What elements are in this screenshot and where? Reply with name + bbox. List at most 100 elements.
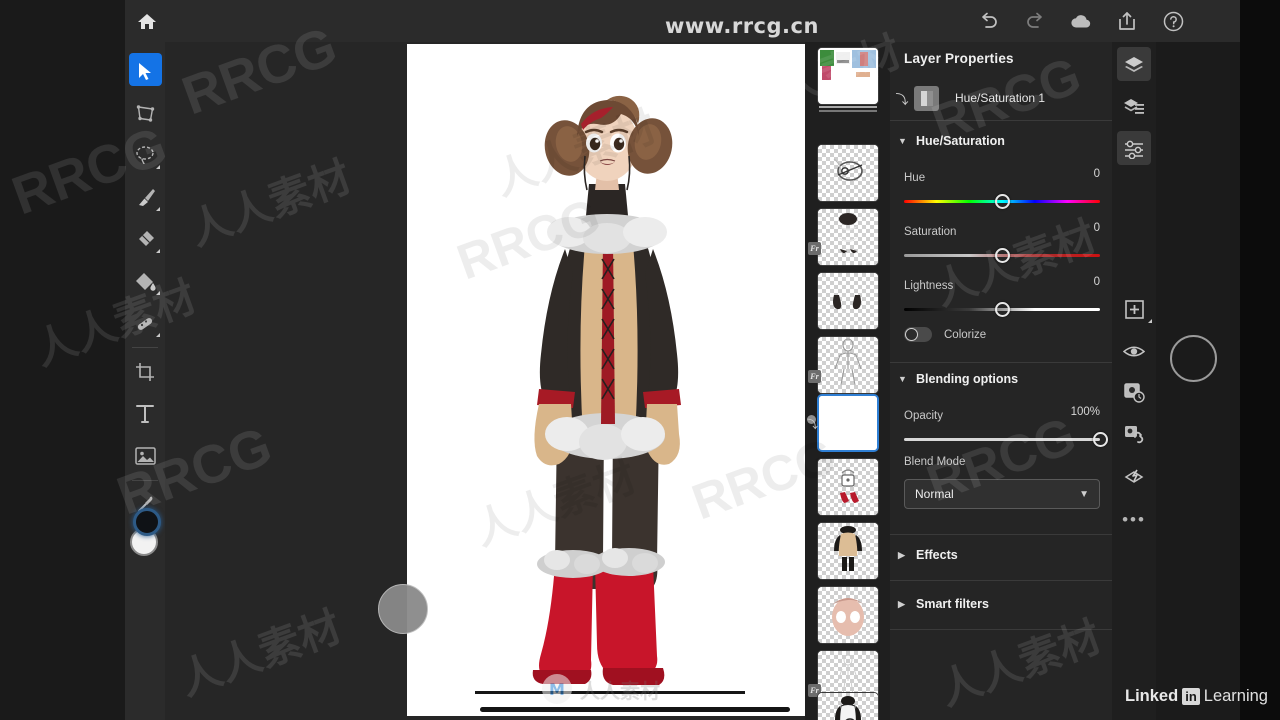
panel-divider-5 bbox=[890, 629, 1112, 630]
foreground-color-swatch[interactable] bbox=[133, 508, 161, 536]
layers-panel-icon[interactable] bbox=[1112, 44, 1156, 86]
visibility-eye-icon[interactable] bbox=[1112, 330, 1156, 372]
layer-group-separator-2 bbox=[819, 110, 877, 112]
opacity-slider-block[interactable]: Opacity 100% bbox=[904, 406, 1108, 447]
layer-properties-panel: Layer Properties ⤵ Hue/Saturation 1 ▼ Hu… bbox=[890, 42, 1112, 720]
linkedin-text: Linked bbox=[1125, 687, 1179, 705]
learning-text: Learning bbox=[1203, 687, 1268, 705]
layer-stack-icon[interactable] bbox=[1112, 86, 1156, 128]
hue-slider-track[interactable] bbox=[904, 194, 1100, 209]
place-image-tool[interactable] bbox=[125, 435, 165, 477]
section-blending-options-label: Blending options bbox=[916, 372, 1019, 386]
undo-icon[interactable] bbox=[978, 10, 1000, 32]
photoshop-app-window: www.rrcg.cn M 人人素材 Fr Fr ⤵ Fr Layer Prop… bbox=[0, 0, 1280, 720]
canvas-area[interactable]: M 人人素材 bbox=[165, 42, 807, 720]
layer-thumbnail-hue-saturation[interactable] bbox=[817, 394, 879, 452]
colorize-row[interactable]: Colorize bbox=[904, 327, 986, 342]
colorize-toggle[interactable] bbox=[904, 327, 932, 342]
saturation-slider-knob[interactable] bbox=[994, 248, 1010, 263]
opacity-slider-knob[interactable] bbox=[1092, 432, 1108, 447]
more-options-icon[interactable]: ••• bbox=[1112, 498, 1156, 540]
merge-down-icon[interactable] bbox=[1112, 456, 1156, 498]
linkedin-in-badge: in bbox=[1182, 688, 1200, 705]
opacity-slider-track[interactable] bbox=[904, 432, 1108, 447]
tool-divider-2 bbox=[132, 480, 158, 481]
brush-size-preview bbox=[378, 584, 428, 634]
color-swatches[interactable] bbox=[125, 502, 165, 572]
saturation-slider-block[interactable]: Saturation 0 bbox=[904, 222, 1100, 263]
crop-tool[interactable] bbox=[125, 351, 165, 393]
fill-tool[interactable] bbox=[125, 260, 165, 302]
hue-slider-knob[interactable] bbox=[994, 194, 1010, 209]
saturation-slider-track[interactable] bbox=[904, 248, 1100, 263]
hue-slider-block[interactable]: Hue 0 bbox=[904, 168, 1100, 209]
panel-divider-1 bbox=[890, 120, 1112, 121]
redo-icon[interactable] bbox=[1024, 10, 1046, 32]
hue-slider-label: Hue bbox=[904, 172, 926, 184]
transform-tool[interactable] bbox=[125, 92, 165, 134]
layer-thumbnail-lineart[interactable] bbox=[817, 692, 879, 720]
mask-icon[interactable] bbox=[1112, 372, 1156, 414]
layer-thumbnail-sketch-face[interactable] bbox=[817, 144, 879, 202]
watermark-logo-mark: M bbox=[542, 674, 572, 704]
layer-name-label: Hue/Saturation 1 bbox=[955, 91, 1046, 105]
layer-thumbnail-composite[interactable] bbox=[817, 47, 879, 105]
layer-thumbnail-body-sketch[interactable] bbox=[817, 336, 879, 394]
lightness-slider-track[interactable] bbox=[904, 302, 1100, 317]
brush-size-indicator bbox=[1170, 335, 1217, 382]
heal-tool[interactable] bbox=[125, 302, 165, 344]
chevron-down-icon: ▼ bbox=[898, 374, 907, 384]
chevron-down-icon: ▼ bbox=[898, 136, 907, 146]
home-icon[interactable] bbox=[135, 10, 159, 32]
character-artwork bbox=[532, 95, 681, 685]
lightness-slider-block[interactable]: Lightness 0 bbox=[904, 276, 1100, 317]
help-icon[interactable] bbox=[1162, 10, 1184, 32]
blend-mode-value: Normal bbox=[915, 487, 954, 501]
blend-mode-select[interactable]: Normal ▼ bbox=[904, 479, 1100, 509]
chevron-right-icon: ▶ bbox=[898, 598, 905, 609]
clipping-mask-icon[interactable] bbox=[1112, 414, 1156, 456]
add-layer-icon[interactable] bbox=[1112, 288, 1156, 330]
layer-badge-fr-2: Fr bbox=[808, 370, 821, 383]
adjustments-icon[interactable] bbox=[1112, 128, 1156, 170]
lightness-slider-label: Lightness bbox=[904, 280, 954, 292]
lightness-slider-value: 0 bbox=[1093, 276, 1100, 288]
section-hue-saturation-header[interactable]: ▼ Hue/Saturation bbox=[898, 134, 1005, 148]
colorize-label: Colorize bbox=[944, 328, 987, 341]
layer-thumbnail-boots[interactable] bbox=[817, 458, 879, 516]
section-effects-header[interactable]: ▶ Effects bbox=[898, 548, 958, 562]
lasso-select-tool[interactable] bbox=[125, 134, 165, 176]
section-blending-options-header[interactable]: ▼ Blending options bbox=[898, 372, 1018, 386]
right-panel-rail: ••• bbox=[1112, 42, 1156, 720]
layer-thumbnail-hair-sketch[interactable] bbox=[817, 208, 879, 266]
watermark-logo-text: 人人素材 bbox=[580, 680, 660, 703]
move-tool[interactable] bbox=[125, 50, 165, 92]
mask-thumbnail[interactable] bbox=[914, 85, 939, 111]
layer-thumbnail-coat[interactable] bbox=[817, 522, 879, 580]
tools-panel bbox=[125, 42, 165, 720]
window-right-gutter bbox=[1240, 0, 1280, 720]
brush-tool[interactable] bbox=[125, 176, 165, 218]
saturation-slider-value: 0 bbox=[1093, 222, 1100, 234]
panel-divider-4 bbox=[890, 580, 1112, 581]
selected-layer-row[interactable]: ⤵ Hue/Saturation 1 bbox=[890, 80, 1112, 116]
more-options-dots: ••• bbox=[1122, 509, 1146, 529]
layer-thumbnail-mittens[interactable] bbox=[817, 272, 879, 330]
cloud-icon[interactable] bbox=[1070, 10, 1092, 32]
hue-slider-value: 0 bbox=[1093, 168, 1100, 180]
type-tool[interactable] bbox=[125, 393, 165, 435]
layers-thumbnail-strip[interactable]: Fr Fr ⤵ Fr bbox=[805, 42, 890, 720]
opacity-value: 100% bbox=[1070, 406, 1100, 418]
lightness-slider-knob[interactable] bbox=[994, 302, 1010, 317]
eraser-tool[interactable] bbox=[125, 218, 165, 260]
canvas-horizontal-scrollbar[interactable] bbox=[480, 707, 790, 712]
saturation-slider-label: Saturation bbox=[904, 226, 957, 238]
clipping-mask-arrow-icon: ⤵ bbox=[807, 419, 818, 431]
layer-group-separator bbox=[819, 106, 877, 108]
share-icon[interactable] bbox=[1116, 10, 1138, 32]
section-smart-filters-header[interactable]: ▶ Smart filters bbox=[898, 597, 989, 611]
layer-thumbnail-face-color[interactable] bbox=[817, 586, 879, 644]
section-effects-label: Effects bbox=[916, 548, 958, 562]
layer-badge-fr-1: Fr bbox=[808, 242, 821, 255]
artboard[interactable]: M 人人素材 bbox=[407, 44, 807, 716]
